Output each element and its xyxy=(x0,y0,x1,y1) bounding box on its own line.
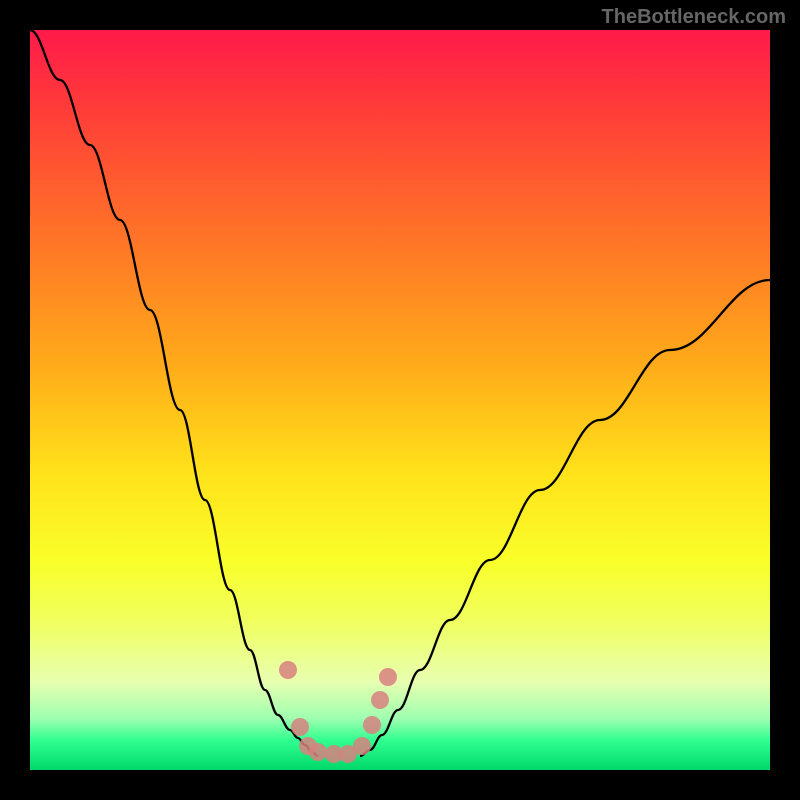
marker-dot xyxy=(279,661,297,679)
marker-dot xyxy=(379,668,397,686)
curve-markers xyxy=(279,661,397,763)
marker-dot xyxy=(309,743,327,761)
left-curve-line xyxy=(30,30,318,756)
marker-dot xyxy=(363,716,381,734)
marker-dot xyxy=(353,737,371,755)
right-curve-line xyxy=(360,280,770,756)
chart-plot-area xyxy=(30,30,770,770)
marker-dot xyxy=(291,718,309,736)
marker-dot xyxy=(371,691,389,709)
watermark-text: TheBottleneck.com xyxy=(602,6,786,29)
chart-svg xyxy=(30,30,770,770)
chart-frame: TheBottleneck.com xyxy=(0,0,800,800)
